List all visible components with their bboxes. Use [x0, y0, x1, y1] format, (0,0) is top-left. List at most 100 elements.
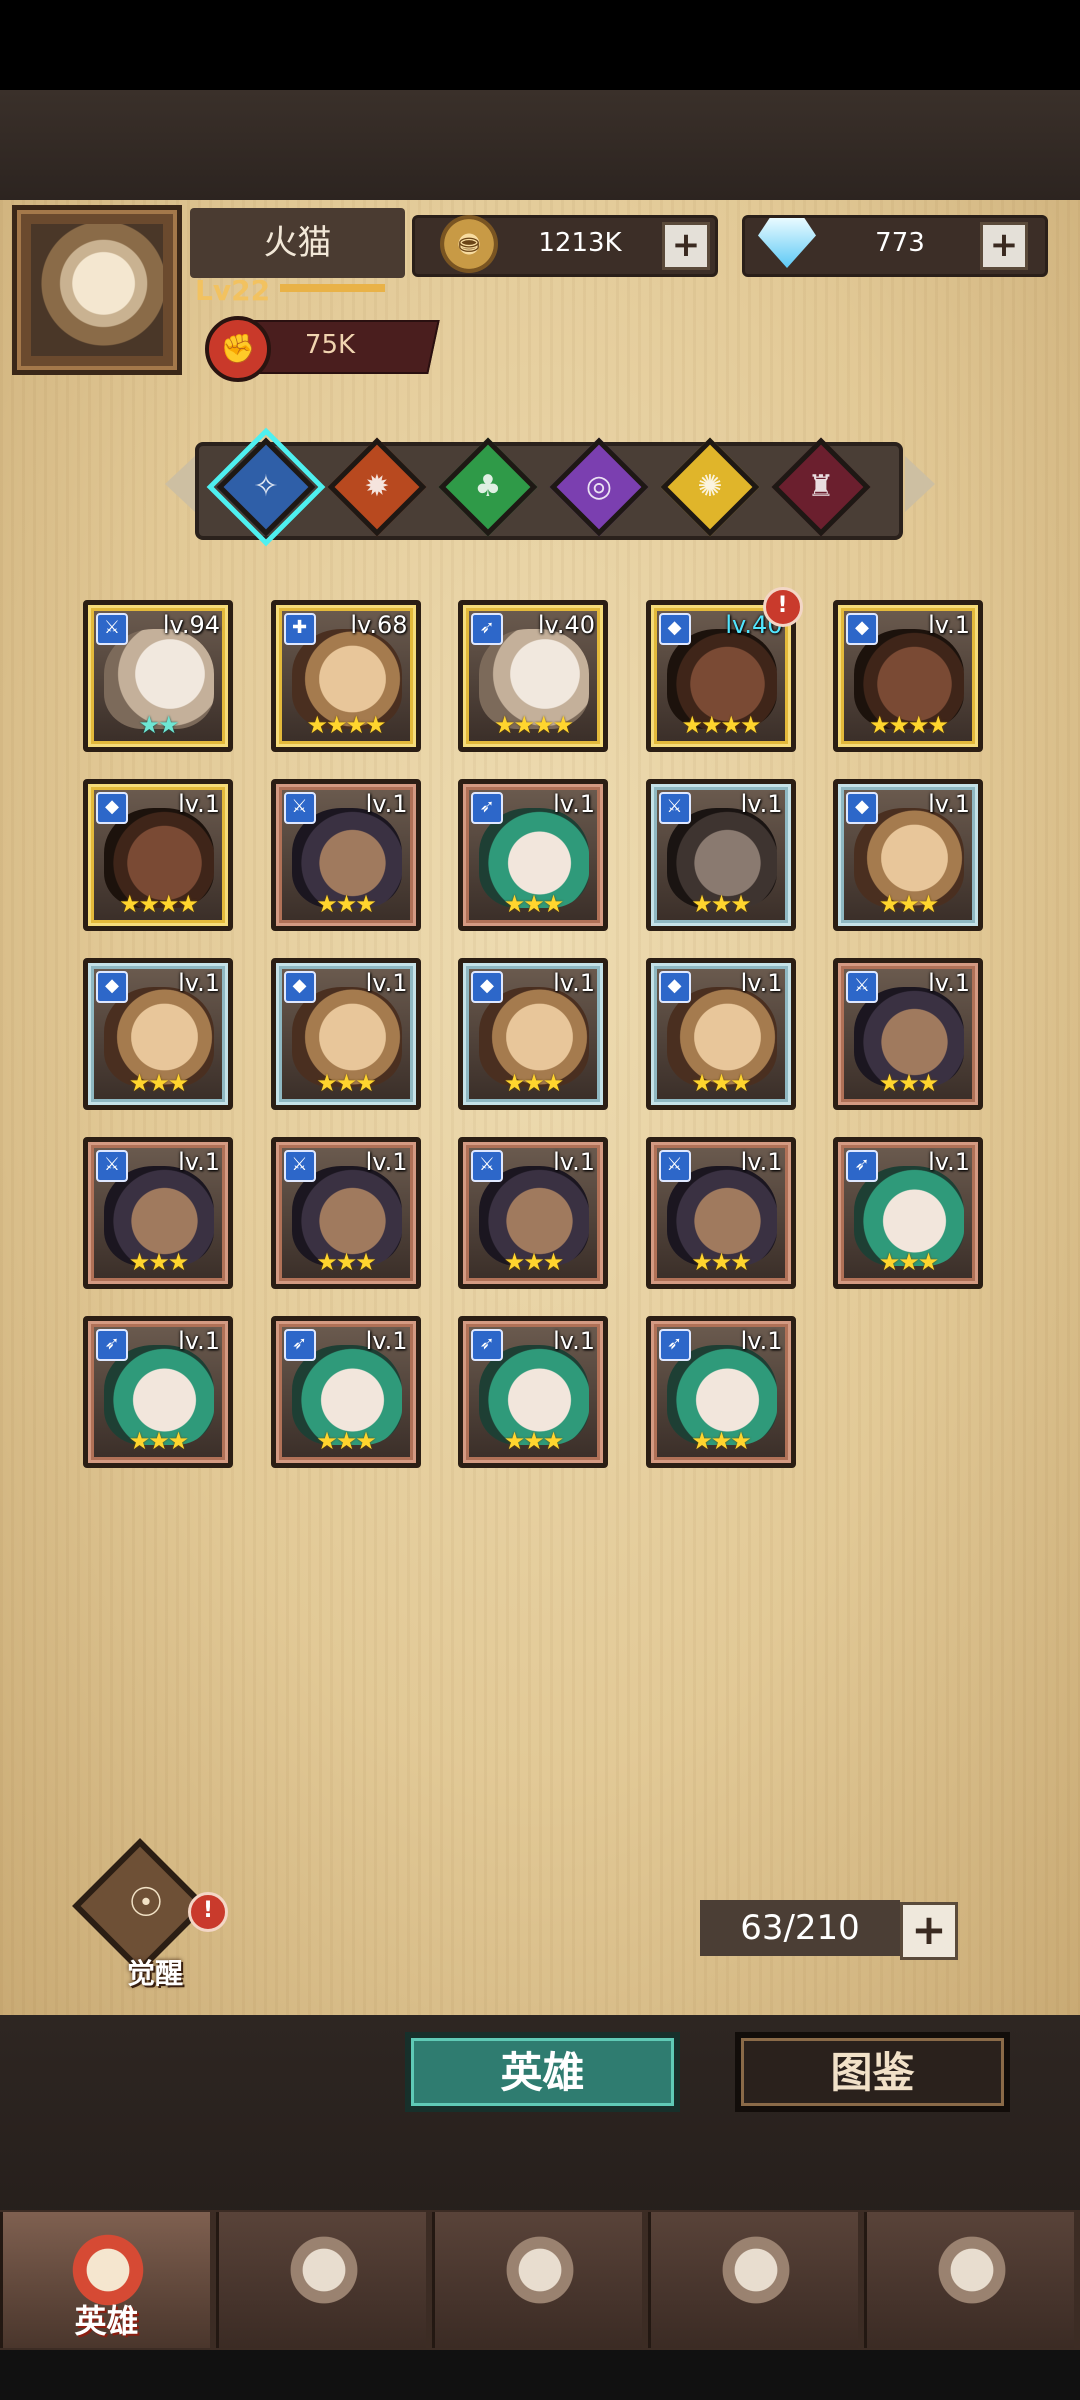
hero-class-icon: ➶ [471, 613, 503, 645]
hero-level: lv.1 [178, 1148, 220, 1176]
hero-card[interactable]: ➶ lv.1 ★★★ [270, 1316, 421, 1468]
faction-right-arrow-icon[interactable] [905, 456, 935, 512]
hero-class-icon: ⚔ [96, 613, 128, 645]
system-nav-area [0, 2350, 1080, 2400]
hero-card[interactable]: ⚔ lv.1 ★★★ [83, 1137, 233, 1289]
hero-level: lv.1 [365, 1327, 408, 1355]
add-gems-button[interactable]: + [980, 222, 1028, 270]
hero-card[interactable]: ◆ lv.1 ★★★ [833, 779, 983, 931]
hero-card[interactable]: ⚔ lv.1 ★★★ [458, 1137, 608, 1289]
hero-stars: ★★★★ [493, 711, 574, 739]
hero-class-icon: ➶ [846, 1150, 878, 1182]
nav-item-banner[interactable] [216, 2212, 426, 2348]
hero-level: lv.68 [350, 611, 408, 639]
hero-stars: ★★★ [128, 1069, 190, 1097]
hero-card[interactable]: ✚ lv.68 ★★★★ [270, 600, 421, 752]
hero-level: lv.1 [553, 1327, 595, 1355]
hero-card[interactable]: ⚔ lv.1 ★★★ [833, 958, 983, 1110]
faction-glyph: ♣ [474, 469, 502, 504]
hero-stars: ★★★ [503, 890, 565, 918]
hero-card[interactable]: ◆ lv.1 ★★★ [458, 958, 608, 1110]
hero-level: lv.1 [365, 969, 408, 997]
hero-stars: ★★★★ [118, 890, 199, 918]
hero-class-icon: ◆ [471, 971, 503, 1003]
hero-level: lv.40 [537, 611, 595, 639]
hero-card[interactable]: ➶ lv.1 ★★★ [833, 1137, 983, 1289]
hero-class-icon: ◆ [96, 971, 128, 1003]
hero-stars: ★★★ [128, 1248, 190, 1276]
hero-card[interactable]: ◆ lv.1 ★★★ [270, 958, 421, 1110]
hero-class-icon: ⚔ [283, 1150, 316, 1182]
expand-capacity-button[interactable]: + [900, 1902, 958, 1960]
faction-glyph: ✹ [364, 469, 390, 504]
hero-stars: ★★★ [878, 1248, 940, 1276]
hero-stars: ★★★★ [681, 711, 761, 739]
hero-card[interactable]: ➶ lv.1 ★★★ [645, 1316, 796, 1468]
knight-avatar-icon [31, 224, 163, 356]
hero-stars: ★★★ [128, 1427, 190, 1455]
hero-card[interactable]: ➶ lv.1 ★★★ [458, 1316, 608, 1468]
hero-level: lv.1 [553, 969, 595, 997]
nav-item-tower[interactable] [648, 2212, 858, 2348]
nav-item-helmet[interactable]: 英雄 [0, 2212, 210, 2348]
hero-card[interactable]: ◆ lv.40 ★★★★! [645, 587, 803, 752]
hero-level: lv.1 [365, 790, 408, 818]
status-bar [0, 0, 1080, 90]
hero-card[interactable]: ⚔ lv.1 ★★★ [270, 779, 421, 931]
hero-level: lv.1 [928, 969, 970, 997]
hero-card[interactable]: ⚔ lv.1 ★★★ [645, 1137, 796, 1289]
hero-stars: ★★★ [503, 1248, 565, 1276]
hero-stars: ★★★★ [868, 711, 949, 739]
nav-item-battle-swords[interactable] [432, 2212, 642, 2348]
nav-item-guild-handshake[interactable] [864, 2212, 1074, 2348]
hero-stars: ★★★ [691, 1069, 752, 1097]
hero-capacity: 63/210 [700, 1900, 900, 1956]
hero-card[interactable]: ◆ lv.1 ★★★★ [83, 779, 233, 931]
hero-class-icon: ➶ [471, 1329, 503, 1361]
faction-left-arrow-icon[interactable] [165, 456, 195, 512]
hero-alert-icon: ! [762, 587, 803, 627]
hero-class-icon: ◆ [658, 613, 691, 645]
hero-stars: ★★★ [316, 1069, 377, 1097]
nav-label: 英雄 [74, 2302, 139, 2340]
battle-swords-icon [495, 2230, 585, 2310]
hero-level: lv.1 [553, 790, 595, 818]
hero-level: lv.1 [365, 1148, 408, 1176]
hero-card[interactable]: ◆ lv.1 ★★★ [83, 958, 233, 1110]
hero-level: lv.1 [178, 969, 220, 997]
hero-card[interactable]: ⚔ lv.94 ★★ [83, 600, 233, 752]
coin-icon: ⛂ [440, 215, 498, 273]
hero-stars: ★★★ [503, 1427, 565, 1455]
hero-class-icon: ⚔ [658, 792, 691, 824]
hero-stars: ★★★ [878, 890, 940, 918]
hero-class-icon: ➶ [283, 1329, 316, 1361]
hero-card[interactable]: ➶ lv.1 ★★★ [458, 779, 608, 931]
hero-card[interactable]: ➶ lv.1 ★★★ [83, 1316, 233, 1468]
hero-card[interactable]: ◆ lv.1 ★★★★ [833, 600, 983, 752]
hero-class-icon: ⚔ [283, 792, 316, 824]
hero-card[interactable]: ◆ lv.1 ★★★ [645, 958, 796, 1110]
player-avatar[interactable] [12, 205, 182, 375]
hero-level: lv.1 [178, 1327, 220, 1355]
hero-level: lv.94 [162, 611, 220, 639]
hero-class-icon: ⚔ [658, 1150, 691, 1182]
hero-stars: ★★ [138, 711, 179, 739]
hero-class-icon: ◆ [658, 971, 691, 1003]
add-gold-button[interactable]: + [662, 222, 710, 270]
guild-handshake-icon [927, 2230, 1017, 2310]
tab-heroes[interactable]: 英雄 [405, 2032, 680, 2112]
hero-card[interactable]: ➶ lv.40 ★★★★ [458, 600, 608, 752]
hero-level: lv.1 [740, 969, 783, 997]
tab-codex[interactable]: 图鉴 [735, 2032, 1010, 2112]
hero-class-icon: ◆ [846, 792, 878, 824]
hero-class-icon: ➶ [658, 1329, 691, 1361]
hero-card[interactable]: ⚔ lv.1 ★★★ [270, 1137, 421, 1289]
hero-class-icon: ◆ [846, 613, 878, 645]
hero-level: lv.1 [928, 1148, 970, 1176]
hero-card[interactable]: ⚔ lv.1 ★★★ [645, 779, 796, 931]
faction-glyph: ✺ [697, 469, 723, 504]
hero-level: lv.1 [928, 790, 970, 818]
hero-stars: ★★★ [691, 890, 752, 918]
awaken-alert-icon: ! [188, 1892, 228, 1932]
faction-glyph: ♜ [807, 469, 835, 504]
